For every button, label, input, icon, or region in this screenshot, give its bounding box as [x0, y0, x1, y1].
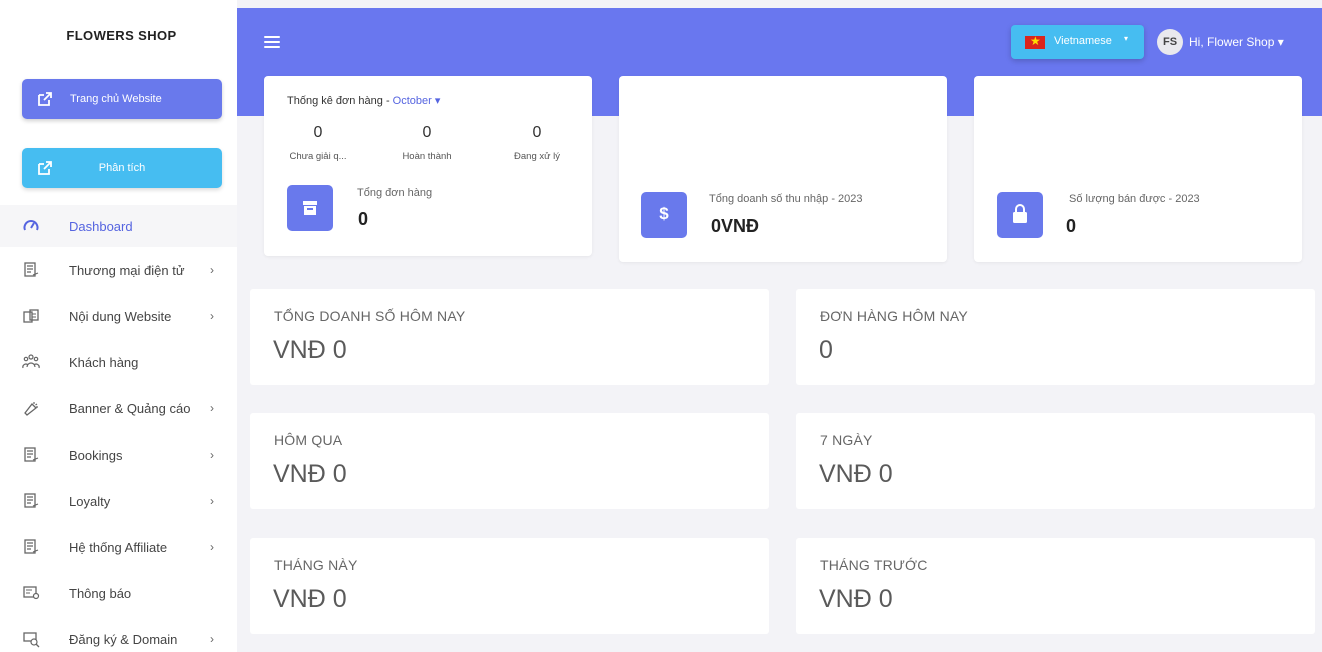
sidebar-item-registration-domain[interactable]: Đăng ký & Domain ›	[0, 618, 237, 652]
sidebar-item-label: Nội dung Website	[69, 308, 172, 324]
stat-value: 0	[422, 124, 432, 141]
sidebar-item-label: Dashboard	[69, 218, 133, 234]
panel-value: VNĐ 0	[273, 460, 347, 488]
stat-completed: 0 Hoàn thành	[387, 124, 467, 162]
chevron-right-icon: ›	[210, 263, 214, 277]
panel-value: VNĐ 0	[819, 460, 893, 488]
sidebar-item-notifications[interactable]: Thông báo	[0, 572, 237, 614]
caret-down-icon: ▾	[1124, 34, 1129, 43]
total-orders-value: 0	[358, 209, 369, 229]
sidebar-item-website-content[interactable]: Nội dung Website ›	[0, 295, 237, 337]
yesterday-panel: HÔM QUA VNĐ 0	[250, 413, 769, 509]
sidebar-item-customers[interactable]: Khách hàng	[0, 341, 237, 383]
this-month-panel: THÁNG NÀY VNĐ 0	[250, 538, 769, 634]
chevron-right-icon: ›	[210, 540, 214, 554]
panel-value: VNĐ 0	[273, 336, 347, 364]
seven-days-panel: 7 NGÀY VNĐ 0	[796, 413, 1315, 509]
content-boxes-icon	[23, 309, 39, 323]
stat-value: 0	[532, 124, 542, 141]
shopping-bag-icon	[997, 192, 1043, 238]
panel-title: 7 NGÀY	[820, 432, 873, 448]
revenue-label: Tổng doanh số thu nhập - 2023	[709, 193, 863, 205]
chevron-right-icon: ›	[210, 632, 214, 646]
panel-value: 0	[819, 336, 833, 364]
chevron-right-icon: ›	[210, 494, 214, 508]
sidebar-item-banner-ads[interactable]: Banner & Quảng cáo ›	[0, 387, 237, 429]
website-home-button[interactable]: Trang chủ Website	[22, 79, 222, 119]
notification-icon	[23, 586, 40, 600]
menu-toggle-icon[interactable]	[264, 36, 280, 48]
month-dropdown[interactable]: October ▾	[393, 95, 441, 107]
sidebar-item-label: Banner & Quảng cáo	[69, 400, 191, 416]
quantity-sold-value: 0	[1066, 216, 1077, 236]
panel-title: HÔM QUA	[274, 432, 343, 448]
language-dropdown[interactable]: ★ Vietnamese ▾	[1011, 25, 1144, 59]
dashboard-gauge-icon	[23, 220, 39, 231]
vietnam-flag-icon: ★	[1025, 34, 1045, 49]
orders-stats-title-text: Thống kê đơn hàng -	[287, 95, 393, 107]
user-greeting: Hi, Flower Shop ▾	[1189, 35, 1284, 49]
last-month-panel: THÁNG TRƯỚC VNĐ 0	[796, 538, 1315, 634]
today-sales-panel: TỔNG DOANH SỐ HÔM NAY VNĐ 0	[250, 289, 769, 385]
sidebar-item-ecommerce[interactable]: Thương mại điện tử ›	[0, 249, 237, 291]
total-orders-label: Tổng đơn hàng	[357, 187, 433, 199]
sidebar-item-label: Đăng ký & Domain	[69, 631, 178, 647]
sidebar-item-label: Khách hàng	[69, 354, 139, 370]
domain-search-icon	[23, 632, 40, 648]
stat-value: 0	[313, 124, 323, 141]
stat-label: Chưa giải q...	[289, 151, 347, 162]
panel-title: THÁNG NÀY	[274, 557, 358, 573]
megaphone-icon	[24, 402, 38, 416]
document-edit-icon	[24, 493, 39, 508]
panel-value: VNĐ 0	[273, 585, 347, 613]
quantity-sold-card: Số lượng bán được - 2023 0	[974, 76, 1302, 262]
panel-value: VNĐ 0	[819, 585, 893, 613]
revenue-card: $ Tổng doanh số thu nhập - 2023 0VNĐ	[619, 76, 947, 262]
orders-stats-title: Thống kê đơn hàng - October ▾	[287, 94, 440, 107]
chevron-right-icon: ›	[210, 309, 214, 323]
dollar-icon: $	[641, 192, 687, 238]
sidebar-item-label: Loyalty	[69, 493, 111, 509]
flag-star-icon: ★	[1030, 34, 1041, 48]
document-edit-icon	[24, 539, 39, 554]
panel-title: THÁNG TRƯỚC	[820, 557, 928, 573]
sidebar-item-loyalty[interactable]: Loyalty ›	[0, 480, 237, 522]
chevron-right-icon: ›	[210, 401, 214, 415]
language-label: Vietnamese	[1054, 35, 1112, 47]
avatar: FS	[1157, 29, 1183, 55]
sidebar-item-label: Thông báo	[69, 585, 132, 601]
stat-label: Đang xử lý	[514, 151, 560, 162]
panel-title: TỔNG DOANH SỐ HÔM NAY	[274, 308, 466, 324]
stat-label: Hoàn thành	[402, 151, 452, 162]
analytics-label: Phân tích	[98, 162, 146, 174]
panel-title: ĐƠN HÀNG HÔM NAY	[820, 308, 968, 324]
users-group-icon	[22, 354, 40, 369]
stat-pending: 0 Chưa giải q...	[278, 124, 358, 162]
document-edit-icon	[24, 262, 39, 277]
analytics-button[interactable]: Phân tích	[22, 148, 222, 188]
sidebar-item-affiliate[interactable]: Hệ thống Affiliate ›	[0, 526, 237, 568]
revenue-value: 0VNĐ	[711, 216, 760, 236]
stat-processing: 0 Đang xử lý	[497, 124, 577, 162]
chevron-right-icon: ›	[210, 448, 214, 462]
website-home-label: Trang chủ Website	[70, 93, 162, 105]
document-edit-icon	[24, 447, 39, 462]
sidebar-item-bookings[interactable]: Bookings ›	[0, 434, 237, 476]
sidebar-item-label: Hệ thống Affiliate	[69, 539, 168, 555]
sidebar-item-label: Bookings	[69, 447, 123, 463]
archive-icon	[287, 185, 333, 231]
orders-stats-card: Thống kê đơn hàng - October ▾ 0 Chưa giả…	[264, 76, 592, 256]
brand-logo-text[interactable]: FLOWERS SHOP	[0, 28, 243, 43]
quantity-sold-label: Số lượng bán được - 2023	[1069, 193, 1200, 205]
sidebar: FLOWERS SHOP Trang chủ Website Phân tích…	[0, 0, 237, 652]
external-link-icon	[38, 92, 52, 106]
sidebar-item-label: Thương mại điện tử	[69, 262, 185, 278]
sidebar-item-dashboard[interactable]: Dashboard	[0, 205, 237, 247]
today-orders-panel: ĐƠN HÀNG HÔM NAY 0	[796, 289, 1315, 385]
